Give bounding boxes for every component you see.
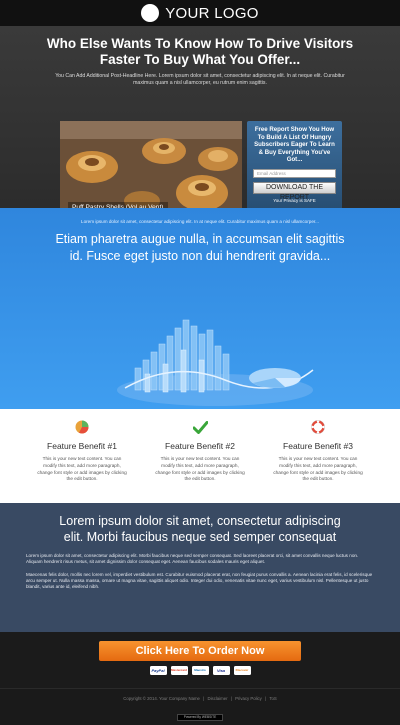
disclaimer-link[interactable]: Disclaimer	[206, 696, 228, 701]
blue-small-text: Lorem ipsum dolor sit amet, consectetur …	[81, 219, 319, 224]
feature-body-3: This is your new text content. You can m…	[273, 456, 363, 482]
discover-icon: Discover	[233, 666, 251, 675]
copyright-text: Copyright © 2014. Your Company Name	[123, 696, 200, 701]
footer-separator: |	[265, 696, 267, 701]
hero-headline: Who Else Wants To Know How To Drive Visi…	[46, 36, 354, 67]
feature-card-1: Feature Benefit #1 This is your new text…	[23, 417, 141, 503]
dark-paragraph-2: Maecenas felis dolor, mollis nec lorem v…	[26, 571, 373, 590]
maestro-icon: Maestro	[191, 666, 209, 675]
payment-methods: PayPal Mastercard Maestro Visa Discover	[0, 666, 400, 675]
lifebuoy-icon	[311, 420, 325, 434]
paypal-icon: PayPal	[149, 666, 167, 675]
footer-separator: |	[230, 696, 232, 701]
blue-section: Lorem ipsum dolor sit amet, consectetur …	[0, 208, 400, 409]
checkmark-icon	[192, 420, 208, 434]
privacy-note: Your Privacy is SAFE	[273, 197, 316, 203]
order-section: Click Here To Order Now PayPal Mastercar…	[0, 632, 400, 688]
feature-title-3: Feature Benefit #3	[283, 441, 353, 451]
mastercard-icon: Mastercard	[170, 666, 188, 675]
email-input[interactable]: Email Address	[253, 168, 336, 178]
feature-body-2: This is your new text content. You can m…	[155, 456, 245, 482]
privacy-policy-link[interactable]: Privacy Policy	[234, 696, 263, 701]
site-footer: Copyright © 2014. Your Company Name | Di…	[0, 688, 400, 725]
logo-icon	[141, 4, 160, 22]
hero-subheadline: You Can Add Additional Post-Headline Her…	[55, 73, 345, 86]
powered-by-badge[interactable]: Powered By WEBSITE	[177, 714, 223, 721]
visa-icon: Visa	[212, 666, 230, 675]
dark-headline: Lorem ipsum dolor sit amet, consectetur …	[59, 514, 341, 544]
features-section: Feature Benefit #1 This is your new text…	[0, 409, 400, 503]
product-image: Puff Pastry Shells (Vol au Vent)	[60, 121, 242, 221]
dark-paragraph-1: Lorem ipsum dolor sit amet, consectetur …	[26, 553, 359, 565]
tos-link[interactable]: ToS	[268, 696, 277, 701]
dark-section: Lorem ipsum dolor sit amet, consectetur …	[0, 503, 400, 632]
bar-chart-illustration	[117, 319, 314, 406]
feature-title-1: Feature Benefit #1	[47, 441, 117, 451]
footer-separator: |	[203, 696, 205, 701]
footer-links: Copyright © 2014. Your Company Name | Di…	[0, 696, 400, 701]
order-now-button[interactable]: Click Here To Order Now	[99, 641, 301, 661]
hero-section: Who Else Wants To Know How To Drive Visi…	[0, 26, 400, 223]
optin-title: Free Report Show You How To Build A List…	[254, 126, 335, 164]
feature-card-2: Feature Benefit #2 This is your new text…	[141, 417, 259, 503]
pie-chart-icon	[75, 420, 89, 434]
logo-text[interactable]: YOUR LOGO	[165, 5, 259, 22]
download-report-button[interactable]: DOWNLOAD THE REPORT	[253, 181, 336, 201]
feature-title-2: Feature Benefit #2	[165, 441, 235, 451]
feature-body-1: This is your new text content. You can m…	[37, 456, 127, 482]
feature-card-3: Feature Benefit #3 This is your new text…	[259, 417, 377, 503]
blue-big-text: Etiam pharetra augue nulla, in accumsan …	[55, 232, 345, 263]
site-header: YOUR LOGO	[0, 0, 400, 26]
